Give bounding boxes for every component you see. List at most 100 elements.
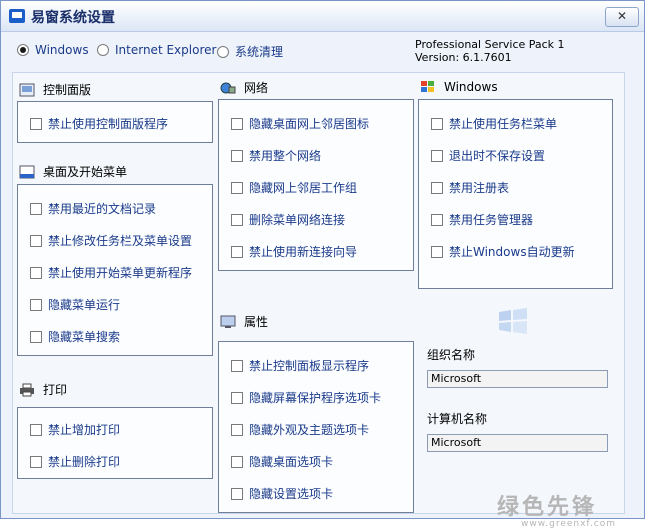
- checkbox: [431, 149, 443, 162]
- checkbox: [30, 455, 42, 468]
- checkbox: [231, 213, 243, 226]
- checkbox-hide-settings-tab[interactable]: 隐藏设置选项卡: [231, 485, 333, 502]
- computer-name-label: 计算机名称: [427, 412, 488, 426]
- radio-dot: [217, 45, 229, 58]
- checkbox-hide-appearance-tab[interactable]: 隐藏外观及主题选项卡: [231, 421, 369, 438]
- checkbox-label: 禁用整个网络: [249, 149, 322, 163]
- checkbox-disable-windows-update[interactable]: 禁止Windows自动更新: [431, 243, 575, 260]
- radio-internet-explorer[interactable]: Internet Explorer: [97, 43, 216, 57]
- checkbox-disable-task-manager[interactable]: 禁用任务管理器: [431, 211, 533, 228]
- checkbox-label: 隐藏网上邻居工作组: [249, 181, 358, 195]
- computer-name-field[interactable]: Microsoft: [427, 434, 608, 452]
- checkbox-disable-new-connection-wizard[interactable]: 禁止使用新连接向导: [231, 243, 357, 260]
- print-box: 禁止增加打印 禁止删除打印: [17, 407, 213, 479]
- checkbox: [231, 455, 243, 468]
- section-print-title: 打印: [19, 381, 67, 398]
- checkbox-hide-search-menu[interactable]: 隐藏菜单搜索: [30, 328, 120, 345]
- watermark-logo: 绿色先锋: [497, 495, 598, 520]
- checkbox-label: 禁止修改任务栏及菜单设置: [48, 234, 193, 248]
- radio-dot: [17, 44, 29, 56]
- checkbox-label: 禁止控制面板显示程序: [249, 359, 370, 373]
- checkbox-label: 隐藏桌面网上邻居图标: [249, 117, 370, 131]
- version-info: Professional Service Pack 1 Version: 6.1…: [415, 38, 565, 64]
- checkbox-label: 禁止增加打印: [48, 423, 121, 437]
- checkbox-disable-add-printer[interactable]: 禁止增加打印: [30, 421, 120, 438]
- checkbox-disable-entire-network[interactable]: 禁用整个网络: [231, 147, 321, 164]
- checkbox-no-save-on-exit[interactable]: 退出时不保存设置: [431, 147, 545, 164]
- radio-system-cleanup[interactable]: 系统清理: [217, 43, 283, 60]
- checkbox: [30, 298, 42, 311]
- section-properties-title: 属性: [220, 313, 268, 330]
- checkbox-label: 隐藏菜单搜索: [48, 330, 121, 344]
- title-bar: 易窗系统设置 ✕: [1, 1, 644, 32]
- checkbox: [431, 181, 443, 194]
- checkbox-label: 隐藏菜单运行: [48, 298, 121, 312]
- section-label: 网络: [244, 81, 269, 95]
- control-panel-box: 禁止使用控制面版程序: [17, 101, 213, 143]
- checkbox: [30, 234, 42, 247]
- checkbox: [231, 117, 243, 130]
- checkbox: [231, 181, 243, 194]
- checkbox-disable-control-panel-display[interactable]: 禁止控制面板显示程序: [231, 357, 369, 374]
- checkbox-disable-taskbar-menu[interactable]: 禁止使用任务栏菜单: [431, 115, 557, 132]
- section-network-title: 网络: [220, 79, 268, 96]
- settings-panel: 控制面版 禁止使用控制面版程序 桌面及开始菜单 禁用最近的文档记录 禁止修改任务…: [12, 72, 625, 514]
- checkbox-label: 禁用注册表: [449, 181, 510, 195]
- windows-box: 禁止使用任务栏菜单 退出时不保存设置 禁用注册表 禁用任务管理器 禁止Windo…: [418, 99, 613, 289]
- network-box: 隐藏桌面网上邻居图标 禁用整个网络 隐藏网上邻居工作组 删除菜单网络连接 禁止使…: [218, 99, 414, 271]
- checkbox-disable-recent-docs[interactable]: 禁用最近的文档记录: [30, 200, 156, 217]
- close-button[interactable]: ✕: [605, 7, 639, 27]
- checkbox-label: 删除菜单网络连接: [249, 213, 346, 227]
- radio-label: Windows: [35, 43, 89, 57]
- checkbox: [431, 213, 443, 226]
- version-sp: Professional Service Pack 1: [415, 38, 565, 51]
- checkbox: [231, 359, 243, 372]
- checkbox-remove-network-connections[interactable]: 删除菜单网络连接: [231, 211, 345, 228]
- checkbox-label: 隐藏桌面选项卡: [249, 455, 334, 469]
- control-panel-icon: [19, 83, 35, 97]
- checkbox-label: 禁用最近的文档记录: [48, 202, 157, 216]
- checkbox-label: 禁止使用开始菜单更新程序: [48, 266, 193, 280]
- checkbox-label: 禁用任务管理器: [449, 213, 534, 227]
- checkbox-label: 禁止使用控制面版程序: [48, 117, 169, 131]
- checkbox-label: 禁止使用任务栏菜单: [449, 117, 558, 131]
- checkbox: [30, 330, 42, 343]
- org-name-label: 组织名称: [427, 348, 476, 362]
- checkbox-hide-workgroup[interactable]: 隐藏网上邻居工作组: [231, 179, 357, 196]
- taskbar-icon: [19, 165, 35, 179]
- checkbox-disable-registry[interactable]: 禁用注册表: [431, 179, 509, 196]
- checkbox-disable-start-menu-update[interactable]: 禁止使用开始菜单更新程序: [30, 264, 192, 281]
- org-name-field[interactable]: Microsoft: [427, 370, 608, 388]
- section-windows-title: Windows: [420, 80, 498, 94]
- checkbox-hide-run-menu[interactable]: 隐藏菜单运行: [30, 296, 120, 313]
- section-label: 属性: [244, 315, 269, 329]
- close-icon: ✕: [616, 9, 628, 23]
- checkbox-hide-screensaver-tab[interactable]: 隐藏屏幕保护程序选项卡: [231, 389, 381, 406]
- checkbox-label: 禁止使用新连接向导: [249, 245, 358, 259]
- section-label: Windows: [444, 80, 498, 94]
- start-menu-box: 禁用最近的文档记录 禁止修改任务栏及菜单设置 禁止使用开始菜单更新程序 隐藏菜单…: [17, 184, 213, 356]
- checkbox-hide-desktop-tab[interactable]: 隐藏桌面选项卡: [231, 453, 333, 470]
- checkbox-hide-network-neighborhood[interactable]: 隐藏桌面网上邻居图标: [231, 115, 369, 132]
- radio-windows[interactable]: Windows: [17, 43, 89, 57]
- checkbox-disable-control-panel[interactable]: 禁止使用控制面版程序: [30, 115, 168, 132]
- checkbox-disable-taskbar-settings[interactable]: 禁止修改任务栏及菜单设置: [30, 232, 192, 249]
- checkbox: [231, 149, 243, 162]
- display-properties-icon: [220, 315, 236, 329]
- checkbox: [30, 202, 42, 215]
- checkbox: [30, 266, 42, 279]
- checkbox: [431, 245, 443, 258]
- section-control-panel-title: 控制面版: [19, 81, 91, 98]
- checkbox-label: 禁止删除打印: [48, 455, 121, 469]
- checkbox-disable-delete-printer[interactable]: 禁止删除打印: [30, 453, 120, 470]
- checkbox-label: 隐藏设置选项卡: [249, 487, 334, 501]
- radio-label: 系统清理: [235, 45, 284, 59]
- windows-logo-icon: [420, 80, 436, 94]
- checkbox: [30, 423, 42, 436]
- properties-box: 禁止控制面板显示程序 隐藏屏幕保护程序选项卡 隐藏外观及主题选项卡 隐藏桌面选项…: [218, 341, 414, 513]
- checkbox-label: 禁止Windows自动更新: [449, 245, 575, 259]
- window-title: 易窗系统设置: [31, 10, 115, 26]
- checkbox-label: 退出时不保存设置: [449, 149, 546, 163]
- version-number: Version: 6.1.7601: [415, 51, 512, 64]
- checkbox: [30, 117, 42, 130]
